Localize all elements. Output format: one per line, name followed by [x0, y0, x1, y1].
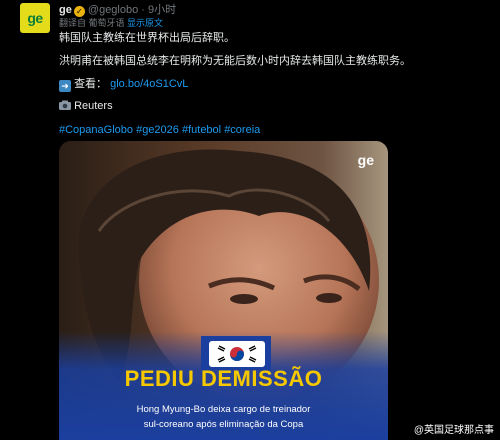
portrait-photo	[59, 141, 388, 440]
south-korea-flag-icon	[209, 341, 265, 367]
camera-icon	[59, 100, 71, 114]
tweet-link[interactable]: glo.bo/4oS1CvL	[110, 78, 188, 90]
avatar-logo-text: ge	[27, 10, 43, 26]
media-headline: PEDIU DEMISSÃO	[124, 366, 323, 391]
link-prefix: 查看：	[74, 78, 108, 90]
separator-dot: ·	[141, 4, 145, 16]
tweet-time[interactable]: 9小时	[148, 4, 176, 16]
source-text: Reuters	[74, 100, 113, 112]
tweet-text-line2: 洪明甫在被韩国总统李在明称为无能后数小时内辞去韩国队主教练职务。	[59, 55, 411, 67]
weibo-watermark: @英国足球那点事	[413, 425, 494, 436]
tweet-media-image[interactable]: ge PEDIU DEMISSÃO Hong Myung-Bo deixa ca…	[59, 141, 388, 440]
hashtag-copanaglobo[interactable]: #CopanaGlobo	[59, 124, 133, 136]
tweet-text-line1: 韩国队主教练在世界杯出局后辞职。	[59, 32, 235, 44]
translation-label: 翻译自 葡萄牙语	[59, 18, 125, 28]
hashtag-ge2026[interactable]: #ge2026	[136, 124, 179, 136]
verified-badge-icon: ✓	[73, 6, 85, 17]
show-original-link[interactable]: 显示原文	[127, 18, 163, 28]
ge-logo: ge	[357, 152, 374, 168]
translation-bar: 翻译自 葡萄牙语 显示原文	[59, 17, 163, 29]
author-avatar[interactable]: ge	[20, 3, 50, 33]
source-line: Reuters	[59, 99, 113, 114]
hashtag-futebol[interactable]: #futebol	[182, 124, 221, 136]
media-subtitle-line2: sul-coreano após eliminação da Copa	[143, 419, 304, 430]
hashtags: #CopanaGlobo #ge2026 #futebol #coreia	[59, 123, 260, 137]
hashtag-coreia[interactable]: #coreia	[224, 124, 260, 136]
tweet-link-line: ➜ 查看： glo.bo/4oS1CvL	[59, 77, 188, 92]
tweet-header: ge ✓ @geglobo · 9小时	[59, 3, 176, 17]
author-name[interactable]: ge	[59, 4, 72, 16]
author-handle[interactable]: @geglobo	[88, 4, 138, 16]
media-subtitle-line1: Hong Myung-Bo deixa cargo de treinador	[136, 404, 311, 415]
right-arrow-icon: ➜	[59, 80, 71, 92]
